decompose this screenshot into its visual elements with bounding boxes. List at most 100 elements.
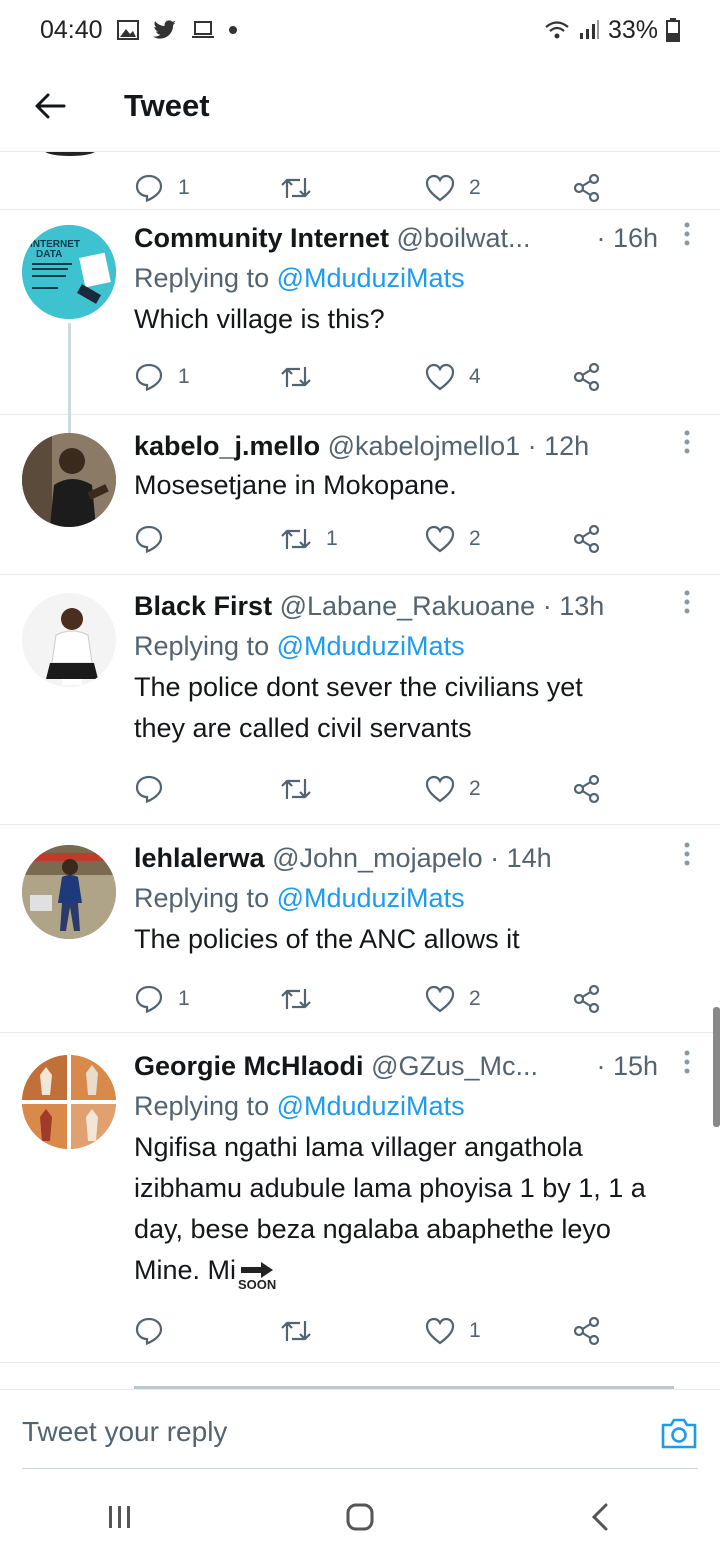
camera-button[interactable] [660, 1416, 698, 1455]
tweet-text-line: they are called civil servants [134, 713, 472, 743]
recents-button[interactable] [60, 1504, 180, 1530]
mention-link[interactable]: @MduduziMats [277, 883, 465, 913]
share-button[interactable] [572, 173, 602, 203]
home-icon [346, 1503, 374, 1530]
back-nav-button[interactable] [540, 1502, 660, 1532]
author-handle[interactable]: @GZus_Mc... [371, 1051, 538, 1081]
like-count: 2 [469, 777, 481, 800]
share-button[interactable] [572, 1316, 602, 1346]
retweet-button[interactable] [280, 985, 326, 1013]
tweet-text: The policies of the ANC allows it [134, 924, 520, 954]
author-name[interactable]: Community Internet [134, 223, 389, 253]
reply-bar: Tweet your reply [0, 1389, 720, 1473]
laptop-icon [191, 20, 215, 40]
like-button[interactable]: 2 [425, 775, 481, 803]
retweet-button[interactable] [280, 174, 312, 202]
reply-input[interactable]: Tweet your reply [22, 1416, 227, 1448]
replies-feed[interactable]: 1 2 INTERNET DATA Community Internet @bo… [0, 152, 720, 1389]
battery-percent: 33% [607, 15, 658, 44]
reply-button[interactable]: 1 [134, 173, 190, 203]
mention-link[interactable]: @MduduziMats [277, 631, 465, 661]
share-icon [573, 362, 600, 392]
mention-link[interactable]: @MduduziMats [277, 263, 465, 293]
reply-button[interactable] [134, 1316, 178, 1346]
retweet-icon [281, 529, 311, 549]
like-count: 2 [469, 987, 481, 1010]
like-button[interactable]: 2 [425, 525, 481, 553]
tweet-community-internet[interactable]: INTERNET DATA Community Internet @boilwa… [0, 205, 720, 433]
svg-text:DATA: DATA [36, 249, 62, 260]
share-icon [573, 173, 600, 203]
reply-icon [135, 363, 163, 392]
retweet-button[interactable]: 1 [280, 525, 338, 553]
more-options-icon[interactable] [684, 1047, 690, 1085]
tweet-text-line: day, bese beza ngalaba abaphethe leyo [134, 1214, 611, 1244]
top-app-bar: Tweet [0, 60, 720, 152]
retweet-button[interactable] [280, 363, 326, 391]
recents-icon [109, 1505, 130, 1528]
share-icon [573, 1316, 600, 1346]
replying-to: Replying to @MduduziMats [134, 883, 465, 913]
retweet-count: 1 [326, 527, 338, 550]
author-handle[interactable]: @Labane_Rakuoane [280, 591, 536, 621]
tweet-text: Which village is this? [134, 304, 385, 334]
tweet-text-line: Mine. Mi SOON [134, 1255, 277, 1292]
more-options-icon[interactable] [684, 427, 690, 465]
like-button[interactable]: 2 [425, 174, 481, 202]
author-name[interactable]: kabelo_j.mello [134, 431, 320, 461]
heart-icon [425, 363, 455, 391]
avatar[interactable] [22, 593, 116, 687]
reply-button[interactable] [134, 524, 178, 554]
tweet-georgie[interactable]: Georgie McHlaodi @GZus_Mc... · 15h Reply… [0, 1033, 720, 1363]
author-handle[interactable]: @John_mojapelo [272, 843, 483, 873]
more-options-icon[interactable] [684, 587, 690, 625]
partial-tweet: 1 2 [0, 152, 720, 210]
avatar[interactable] [22, 845, 116, 939]
system-nav-bar [0, 1473, 720, 1560]
avatar[interactable]: INTERNET DATA [22, 225, 116, 319]
more-options-icon[interactable] [684, 839, 690, 877]
tweet-header: Black First @Labane_Rakuoane · 13h [134, 587, 700, 625]
tweet-text: Mosesetjane in Mokopane. [134, 470, 457, 500]
retweet-icon [281, 779, 311, 799]
reply-count: 1 [178, 987, 190, 1010]
like-button[interactable]: 1 [425, 1317, 481, 1345]
share-button[interactable] [572, 774, 602, 804]
input-underline [22, 1468, 698, 1469]
like-button[interactable]: 4 [425, 363, 481, 391]
share-button[interactable] [572, 984, 602, 1014]
avatar[interactable] [22, 433, 116, 527]
more-options-icon[interactable] [684, 219, 690, 257]
tweet-kabelo[interactable]: kabelo_j.mello @kabelojmello1 · 12h Mose… [0, 415, 720, 575]
share-button[interactable] [572, 362, 602, 392]
reply-count: 1 [178, 176, 190, 199]
reply-icon [135, 985, 163, 1014]
gallery-icon [116, 20, 139, 40]
share-button[interactable] [572, 524, 602, 554]
heart-icon [425, 985, 455, 1013]
scrollbar[interactable] [713, 1007, 720, 1127]
retweet-icon [281, 178, 311, 198]
retweet-button[interactable] [280, 775, 326, 803]
heart-icon [425, 174, 455, 202]
reply-button[interactable] [134, 774, 178, 804]
reply-icon [135, 1317, 163, 1346]
author-handle[interactable]: @kabelojmello1 [328, 431, 521, 461]
tweet-black-first[interactable]: Black First @Labane_Rakuoane · 13h Reply… [0, 575, 720, 825]
reply-button[interactable]: 1 [134, 984, 190, 1014]
retweet-icon [281, 989, 311, 1009]
author-name[interactable]: Georgie McHlaodi [134, 1051, 364, 1081]
home-button[interactable] [300, 1502, 420, 1532]
retweet-icon [281, 1321, 311, 1341]
reply-button[interactable]: 1 [134, 362, 190, 392]
avatar[interactable] [22, 1055, 116, 1149]
back-button[interactable] [0, 60, 100, 152]
author-name[interactable]: lehlalerwa [134, 843, 265, 873]
retweet-button[interactable] [280, 1317, 326, 1345]
signal-icon [578, 19, 600, 41]
like-button[interactable]: 2 [425, 985, 481, 1013]
author-handle[interactable]: @boilwat... [397, 223, 531, 253]
author-name[interactable]: Black First [134, 591, 272, 621]
mention-link[interactable]: @MduduziMats [277, 1091, 465, 1121]
tweet-lehlalerwa[interactable]: lehlalerwa @John_mojapelo · 14h Replying… [0, 825, 720, 1033]
